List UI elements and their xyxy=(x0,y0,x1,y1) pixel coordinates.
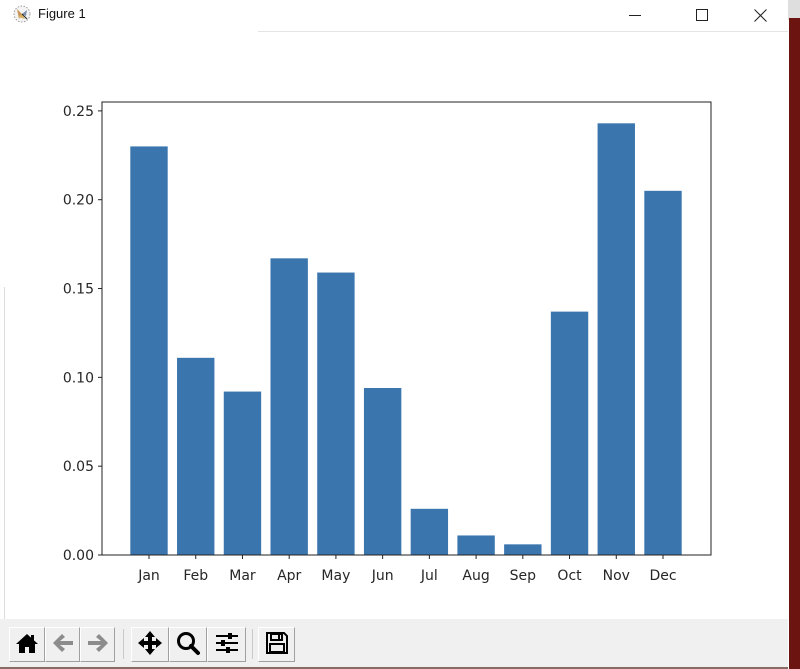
x-tick-label: Jun xyxy=(371,568,394,584)
x-tick-label: Nov xyxy=(603,568,630,584)
sliders-icon xyxy=(214,631,240,659)
x-tick-label: Mar xyxy=(229,568,256,584)
window-title: Figure 1 xyxy=(38,6,86,21)
x-tick-label: Aug xyxy=(462,568,489,584)
back-button[interactable] xyxy=(45,627,80,662)
bar-nov xyxy=(597,123,635,555)
floppy-disk-icon xyxy=(265,631,289,659)
bars-group xyxy=(130,123,682,556)
x-tick-label: Oct xyxy=(557,568,582,584)
close-icon xyxy=(753,8,767,22)
title-bar[interactable]: Figure 1 xyxy=(0,0,788,31)
x-tick-label: Sep xyxy=(510,568,537,584)
bar-aug xyxy=(457,535,495,555)
arrow-left-icon xyxy=(51,632,75,658)
x-tick-label: Jul xyxy=(420,568,438,584)
toolbar-separator xyxy=(123,629,124,659)
y-tick-label: 0.25 xyxy=(63,104,94,120)
y-axis-ticks: 0.00 0.05 0.10 0.15 0.20 0.25 xyxy=(63,104,102,564)
zoom-button[interactable] xyxy=(169,627,207,662)
figure-window: Figure 1 0.00 0.05 0.10 0.15 0.20 0.25 Jan Feb… xyxy=(0,0,788,669)
y-tick-label: 0.05 xyxy=(63,459,94,475)
arrow-right-icon xyxy=(86,632,110,658)
window-edge xyxy=(4,287,5,619)
x-axis-ticks: Jan Feb Mar Apr May Jun Jul Aug Sep Oct Nov Dec xyxy=(137,555,677,584)
bar-dec xyxy=(644,190,682,555)
bar-jul xyxy=(410,508,449,555)
bar-chart: 0.00 0.05 0.10 0.15 0.20 0.25 Jan Feb Mar Apr May… xyxy=(63,101,712,584)
close-button[interactable] xyxy=(737,0,783,30)
x-tick-label: Dec xyxy=(649,568,676,584)
toolbar-separator xyxy=(252,629,253,659)
navigation-toolbar xyxy=(0,619,788,669)
matplotlib-icon xyxy=(13,5,31,23)
configure-subplots-button[interactable] xyxy=(207,627,246,662)
x-tick-label: May xyxy=(321,568,350,584)
save-button[interactable] xyxy=(258,627,295,662)
bar-may xyxy=(317,272,355,555)
y-tick-label: 0.15 xyxy=(63,282,94,298)
y-tick-label: 0.20 xyxy=(63,193,94,209)
background-window-scrollbar xyxy=(788,0,800,20)
x-tick-label: Feb xyxy=(183,568,208,584)
bar-feb xyxy=(177,357,215,555)
y-tick-label: 0.10 xyxy=(63,370,94,386)
background-window xyxy=(789,18,800,669)
bar-oct xyxy=(550,311,589,555)
forward-button[interactable] xyxy=(80,627,115,662)
bar-mar xyxy=(223,391,262,555)
y-tick-label: 0.00 xyxy=(63,548,94,564)
maximize-icon xyxy=(696,9,708,21)
magnifier-icon xyxy=(175,630,201,660)
bar-jan xyxy=(130,146,168,556)
x-tick-label: Jan xyxy=(137,568,160,584)
x-tick-label: Apr xyxy=(277,568,301,584)
bar-apr xyxy=(270,258,308,555)
figure-canvas[interactable]: 0.00 0.05 0.10 0.15 0.20 0.25 Jan Feb Mar Apr May… xyxy=(0,32,788,619)
home-icon xyxy=(15,632,39,658)
pan-button[interactable] xyxy=(131,627,169,662)
minimize-button[interactable] xyxy=(612,0,658,30)
move-icon xyxy=(137,630,163,660)
bar-sep xyxy=(504,544,542,555)
maximize-button[interactable] xyxy=(679,0,725,30)
home-button[interactable] xyxy=(9,627,45,662)
bar-jun xyxy=(363,388,402,555)
minimize-icon xyxy=(629,9,641,21)
